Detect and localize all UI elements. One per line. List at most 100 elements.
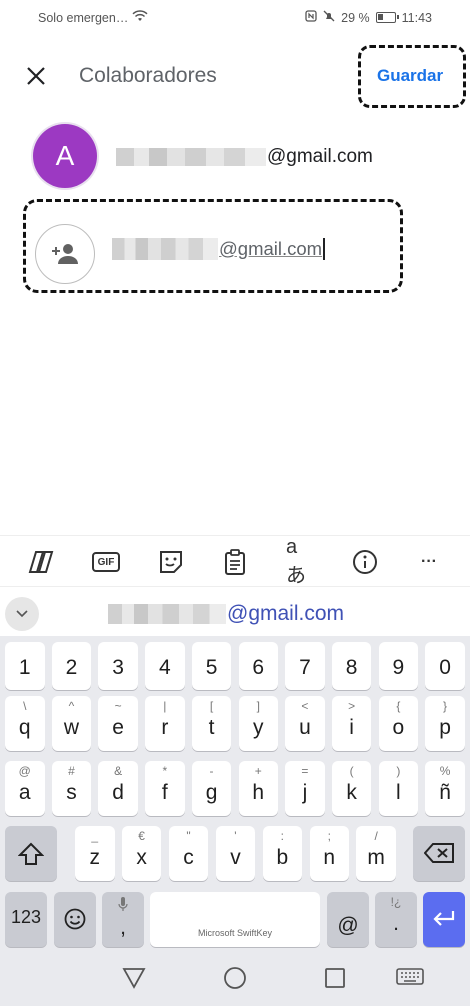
key-a[interactable]: @ a xyxy=(5,761,45,816)
home-button[interactable] xyxy=(221,964,249,992)
key-w-alt: ^ xyxy=(68,699,75,713)
period-key[interactable]: !¿ . xyxy=(375,892,417,947)
add-collaborator-avatar xyxy=(35,224,95,284)
gif-button[interactable]: GIF xyxy=(92,548,120,576)
battery-icon xyxy=(375,12,399,23)
key-0[interactable]: 0 xyxy=(425,642,465,690)
key-d[interactable]: & d xyxy=(98,761,138,816)
space-key[interactable]: Microsoft SwiftKey xyxy=(150,892,320,947)
key-o[interactable]: {o xyxy=(378,696,419,751)
key-w-label: w xyxy=(63,716,80,739)
key-p[interactable]: } p xyxy=(425,696,465,751)
key-2[interactable]: 2 xyxy=(51,642,92,690)
home-icon xyxy=(224,967,246,989)
close-icon xyxy=(27,67,45,85)
key-y-alt: ] xyxy=(256,699,260,713)
key-g-label: g xyxy=(205,781,218,804)
key-g-alt: - xyxy=(209,764,214,778)
clipboard-button[interactable] xyxy=(221,548,249,576)
key-j[interactable]: = j xyxy=(285,761,325,816)
key-u[interactable]: < u xyxy=(285,696,325,751)
key-3[interactable]: 3 xyxy=(98,642,138,690)
key-x[interactable]: € x xyxy=(121,826,162,881)
owner-email-domain: @gmail.com xyxy=(267,146,373,167)
key-l[interactable]: ) l xyxy=(378,761,419,816)
key-r[interactable]: | r xyxy=(145,696,185,751)
key-7[interactable]: 7 xyxy=(285,642,325,690)
backspace-key[interactable] xyxy=(413,826,465,881)
key-f[interactable]: * f xyxy=(145,761,185,816)
emoji-key[interactable] xyxy=(54,892,96,947)
key-1[interactable]: 1 xyxy=(5,642,45,690)
recents-icon xyxy=(325,968,345,988)
key-y-label: y xyxy=(253,716,264,739)
key-2-label: 2 xyxy=(65,656,78,679)
close-button[interactable] xyxy=(20,60,52,92)
keyboard-switch-button[interactable] xyxy=(396,964,424,992)
symbols-key[interactable]: 123 xyxy=(5,892,47,947)
key-8-label: 8 xyxy=(345,656,358,679)
key-w[interactable]: ^ w xyxy=(51,696,92,751)
key-9[interactable]: 9 xyxy=(378,642,419,690)
key-h[interactable]: + h xyxy=(238,761,278,816)
key-4[interactable]: 4 xyxy=(145,642,185,690)
key-o-label: o xyxy=(392,716,405,739)
key-m[interactable]: / m xyxy=(356,826,396,881)
key-5[interactable]: 5 xyxy=(191,642,232,690)
info-button[interactable] xyxy=(351,548,379,576)
back-button[interactable] xyxy=(120,964,148,992)
key-v-label: v xyxy=(230,846,241,869)
mute-icon xyxy=(323,10,335,25)
key-6[interactable]: 6 xyxy=(238,642,278,690)
more-icon[interactable]: ··· xyxy=(415,548,443,576)
battery-percent: 29 % xyxy=(341,10,370,25)
comma-label: , xyxy=(120,916,126,939)
key-f-label: f xyxy=(161,781,168,804)
key-c[interactable]: " c xyxy=(168,826,209,881)
key-z[interactable]: _ z xyxy=(75,826,115,881)
key-j-alt: = xyxy=(301,764,309,778)
email-suggestion[interactable]: @gmail.com xyxy=(108,602,344,626)
recents-button[interactable] xyxy=(321,964,349,992)
collapse-keyboard-button[interactable] xyxy=(5,597,39,631)
key-u-alt: < xyxy=(301,699,309,713)
key-t[interactable]: [t xyxy=(191,696,232,751)
copilot-button[interactable] xyxy=(27,548,55,576)
key-z-alt: _ xyxy=(91,829,99,843)
collaborator-email-domain: @gmail.com xyxy=(219,238,323,259)
key-8[interactable]: 8 xyxy=(331,642,372,690)
key-n[interactable]: ; n xyxy=(309,826,349,881)
shift-key[interactable] xyxy=(5,826,57,881)
key-f-alt: * xyxy=(162,764,168,778)
key-k-label: k xyxy=(346,781,357,804)
key-g[interactable]: -g xyxy=(191,761,232,816)
key-z-label: z xyxy=(89,846,101,869)
key-o-alt: { xyxy=(396,699,401,713)
redacted-text xyxy=(112,238,218,260)
collaborator-email-input[interactable]: @gmail.com xyxy=(112,238,325,260)
at-key[interactable]: @ xyxy=(327,892,369,947)
key-h-alt: + xyxy=(254,764,262,778)
key-i[interactable]: > i xyxy=(331,696,372,751)
key-i-label: i xyxy=(349,716,354,739)
key-i-alt: > xyxy=(348,699,356,713)
key-y[interactable]: ] y xyxy=(238,696,278,751)
key-e[interactable]: ~ e xyxy=(98,696,138,751)
key-v[interactable]: ' v xyxy=(215,826,256,881)
save-button[interactable]: Guardar xyxy=(377,66,443,86)
key-l-label: l xyxy=(396,781,401,804)
key-b[interactable]: :b xyxy=(262,826,303,881)
add-collaborator-highlight: @gmail.com xyxy=(23,199,403,293)
comma-key[interactable]: , xyxy=(102,892,144,947)
translate-button[interactable]: aあ xyxy=(286,536,314,587)
key-d-label: d xyxy=(112,781,124,804)
enter-key[interactable] xyxy=(423,892,465,947)
save-highlight: Guardar xyxy=(358,45,466,108)
key-3-label: 3 xyxy=(112,656,124,679)
sticker-button[interactable] xyxy=(157,548,185,576)
key-s[interactable]: # s xyxy=(51,761,92,816)
key-k[interactable]: (k xyxy=(331,761,372,816)
key-c-label: c xyxy=(183,846,194,869)
key-ñ[interactable]: % ñ xyxy=(425,761,465,816)
key-q[interactable]: \ q xyxy=(5,696,45,751)
